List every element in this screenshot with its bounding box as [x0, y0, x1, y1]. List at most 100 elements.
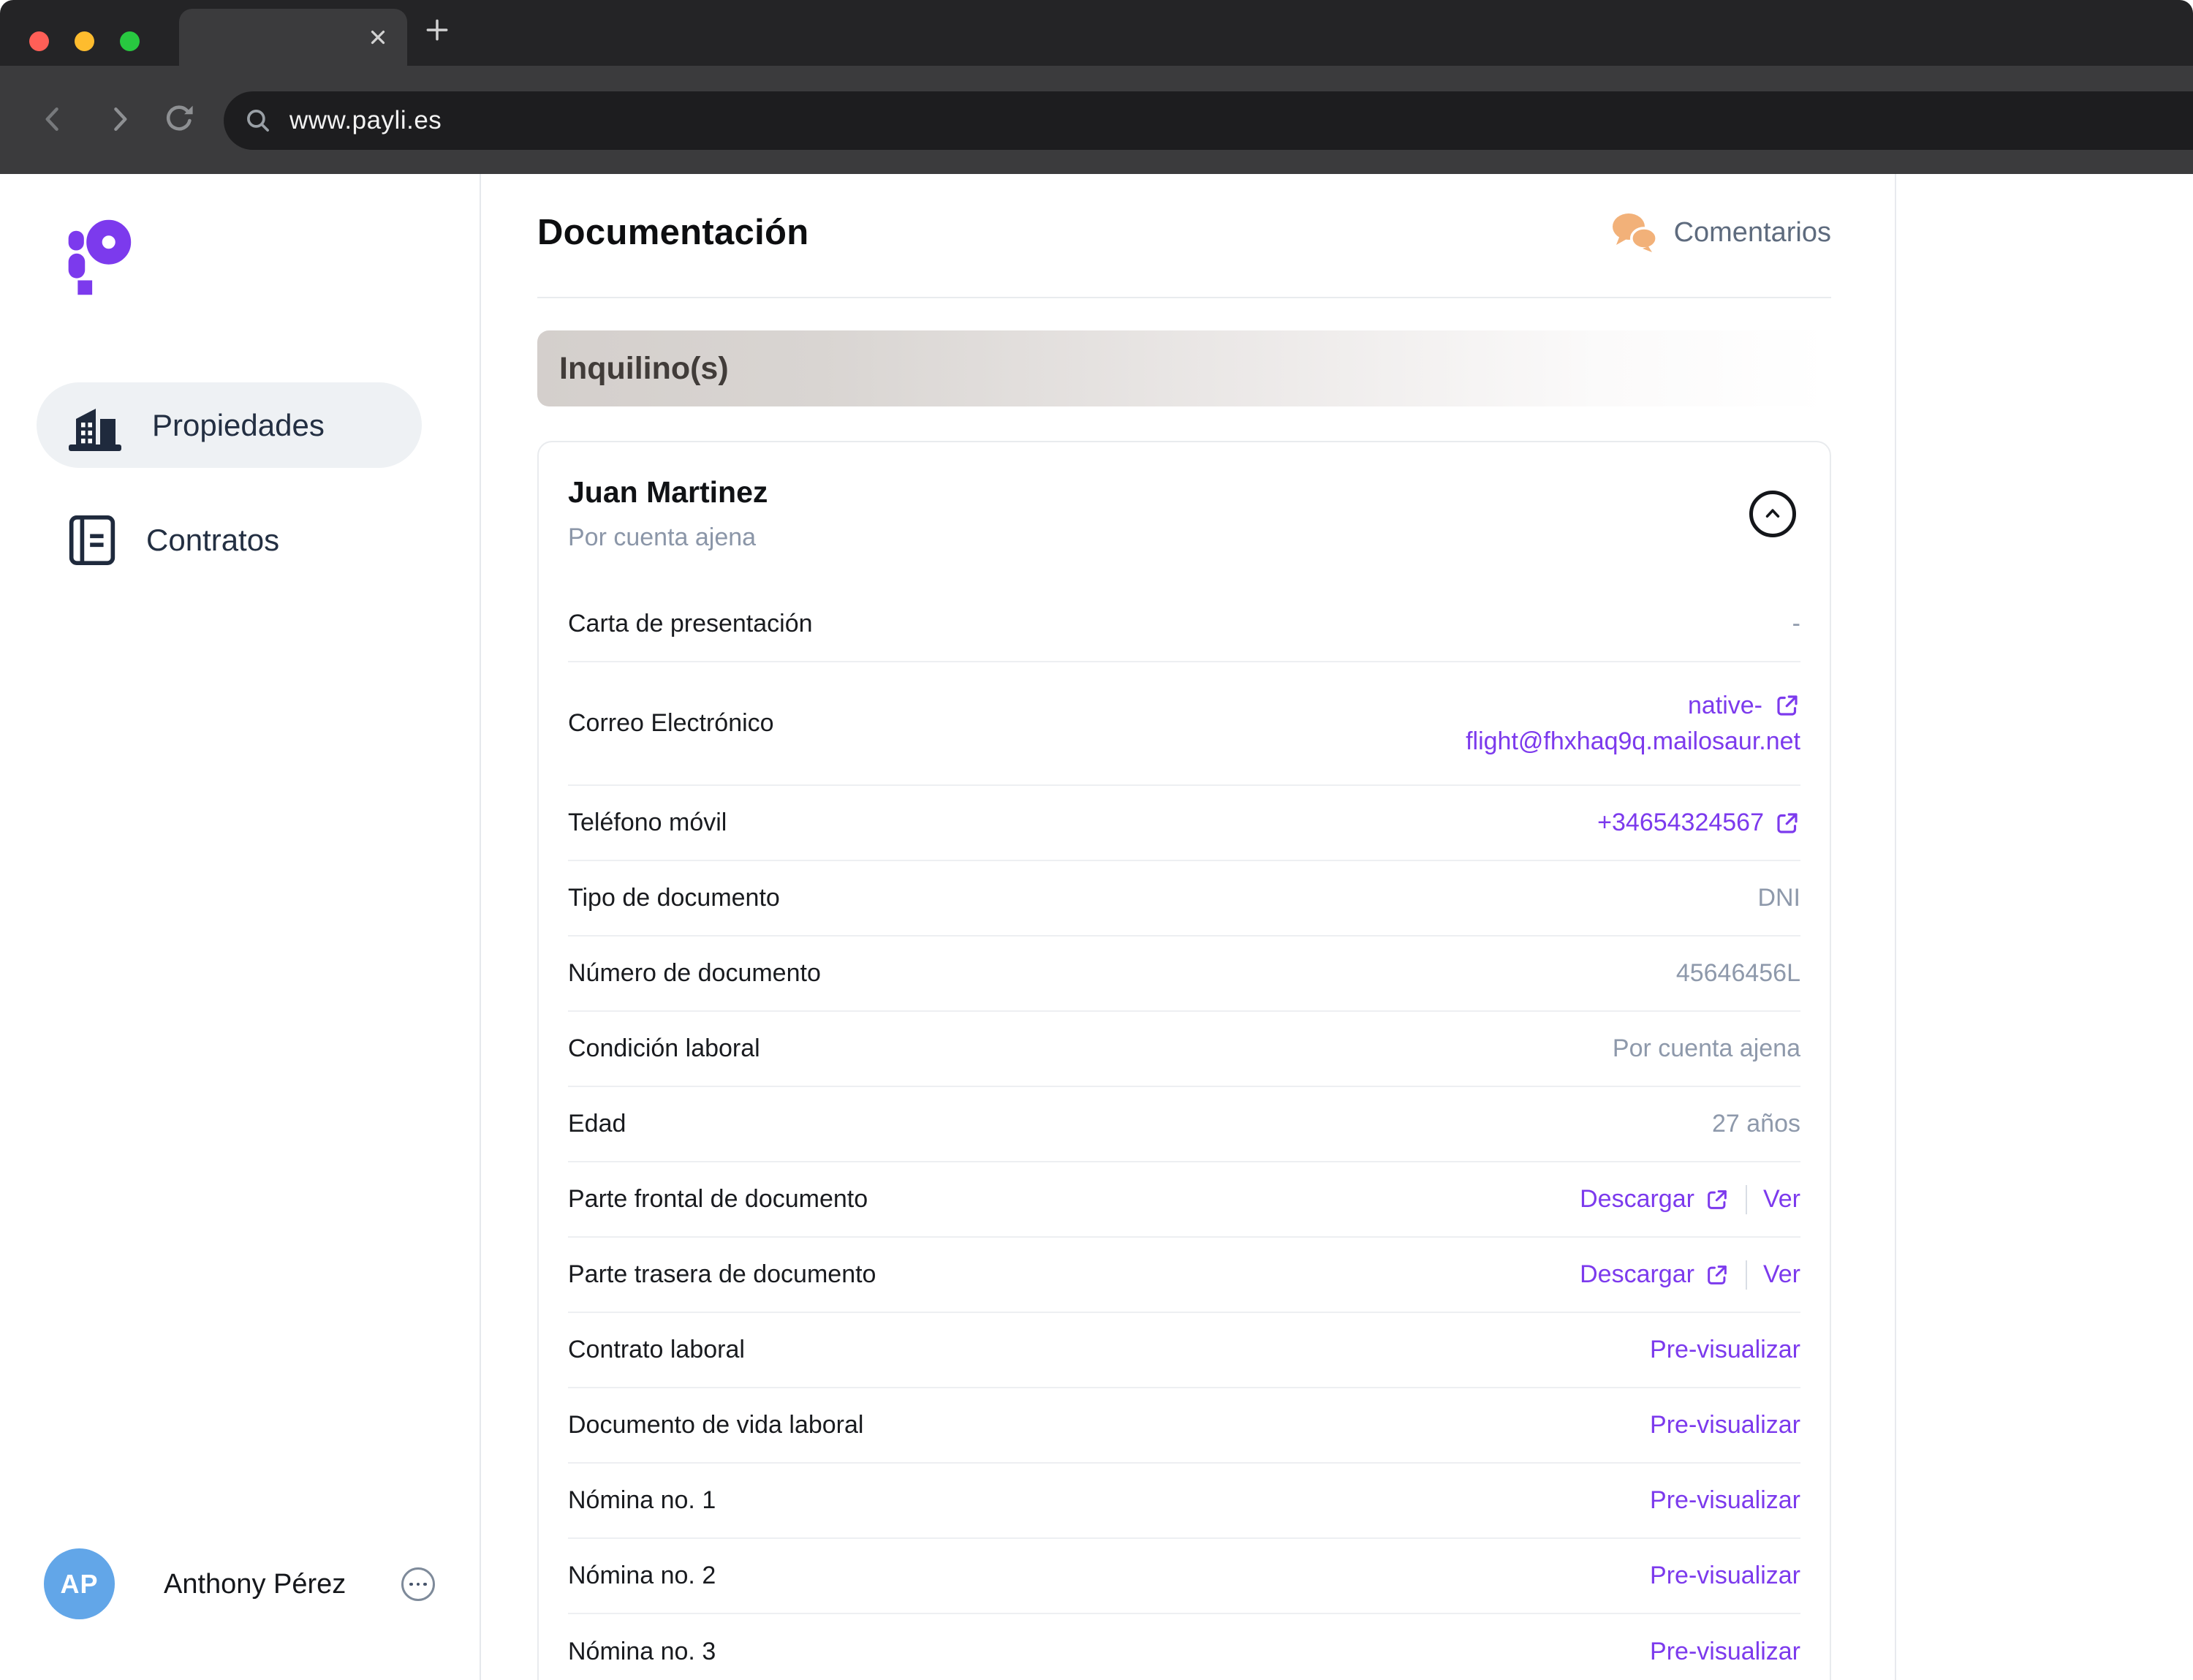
reload-icon [162, 102, 197, 137]
contract-icon [67, 513, 117, 567]
row-label: Teléfono móvil [568, 809, 727, 837]
tab-strip [0, 0, 2193, 66]
download-link[interactable]: Descargar [1580, 1260, 1730, 1289]
preview-link[interactable]: Pre-visualizar [1650, 1411, 1800, 1439]
new-tab-button[interactable] [420, 13, 454, 47]
row-label: Documento de vida laboral [568, 1411, 863, 1439]
table-row: Correo Electrónico native- flight@fhxhaq [568, 662, 1800, 786]
forward-button[interactable] [95, 95, 143, 143]
comments-label: Comentarios [1674, 217, 1831, 249]
page-header: Documentación Comentarios [537, 203, 1831, 262]
row-label: Nómina no. 1 [568, 1486, 716, 1515]
browser-tab[interactable] [179, 9, 407, 66]
view-link[interactable]: Ver [1763, 1260, 1800, 1289]
table-row: Número de documento 45646456L [568, 937, 1800, 1012]
row-label: Edad [568, 1110, 626, 1138]
back-button[interactable] [29, 95, 77, 143]
tenant-subtitle: Por cuenta ajena [568, 523, 1800, 552]
download-link[interactable]: Descargar [1580, 1185, 1730, 1214]
preview-link[interactable]: Pre-visualizar [1650, 1638, 1800, 1666]
ellipsis-icon [409, 1583, 413, 1586]
row-label: Nómina no. 3 [568, 1638, 716, 1666]
sidebar-item-label: Contratos [146, 523, 279, 558]
sidebar: Propiedades Contratos AP Anthony Pérez [0, 174, 481, 1680]
preview-link[interactable]: Pre-visualizar [1650, 1486, 1800, 1515]
tenants-banner-title: Inquilino(s) [559, 351, 729, 387]
table-row: Parte frontal de documento Descargar [568, 1162, 1800, 1238]
user-menu-button[interactable] [401, 1567, 435, 1601]
row-value: - [1792, 610, 1800, 638]
chevron-up-icon [1760, 502, 1785, 526]
email-line2: flight@fhxhaq9q.mailosaur.net [1466, 727, 1800, 756]
row-label: Tipo de documento [568, 884, 780, 912]
tenant-card-header: Juan Martinez Por cuenta ajena [568, 442, 1800, 587]
table-row: Condición laboral Por cuenta ajena [568, 1012, 1800, 1087]
buildings-icon [67, 399, 123, 452]
content-right-divider [1895, 174, 1896, 1680]
table-row: Documento de vida laboral Pre-visualizar [568, 1388, 1800, 1464]
tenant-name: Juan Martinez [568, 474, 1800, 510]
external-link-icon [1774, 810, 1800, 836]
url-text: www.payli.es [289, 106, 442, 135]
table-row: Teléfono móvil +34654324567 [568, 786, 1800, 861]
sidebar-item-contratos[interactable]: Contratos [37, 497, 422, 583]
search-icon [243, 105, 273, 136]
table-row: Tipo de documento DNI [568, 861, 1800, 937]
plus-icon [423, 16, 451, 44]
row-label: Condición laboral [568, 1034, 760, 1063]
table-row: Edad 27 años [568, 1087, 1800, 1162]
external-link-icon [1705, 1263, 1730, 1287]
row-label: Número de documento [568, 959, 821, 988]
url-bar[interactable]: www.payli.es [224, 91, 2193, 150]
tab-close-button[interactable] [363, 23, 393, 52]
row-label: Parte frontal de documento [568, 1185, 868, 1214]
table-row: Carta de presentación - [568, 587, 1800, 662]
sidebar-item-propiedades[interactable]: Propiedades [37, 382, 422, 468]
payli-logo-icon [64, 215, 135, 298]
user-name: Anthony Pérez [164, 1569, 346, 1600]
row-label: Nómina no. 2 [568, 1562, 716, 1590]
row-label: Correo Electrónico [568, 709, 774, 738]
link-separator [1746, 1260, 1747, 1290]
user-area: AP Anthony Pérez [0, 1548, 481, 1636]
tenant-card: Juan Martinez Por cuenta ajena Carta de … [537, 441, 1831, 1680]
link-separator [1746, 1185, 1747, 1214]
table-row: Nómina no. 2 Pre-visualizar [568, 1539, 1800, 1614]
close-icon [367, 26, 389, 48]
table-row: Parte trasera de documento Descargar [568, 1238, 1800, 1313]
external-link-icon [1774, 692, 1800, 719]
email-link[interactable]: native- flight@fhxhaq9q.mailosaur.net [1466, 692, 1800, 756]
row-value: 27 años [1712, 1110, 1800, 1138]
app-window: Propiedades Contratos AP Anthony Pérez [0, 174, 2193, 1680]
comments-button[interactable]: Comentarios [1610, 211, 1831, 254]
row-value: 45646456L [1676, 959, 1800, 988]
row-label: Carta de presentación [568, 610, 813, 638]
minimize-window-button[interactable] [75, 31, 94, 51]
header-divider [537, 297, 1831, 298]
reload-button[interactable] [155, 95, 203, 143]
table-row: Contrato laboral Pre-visualizar [568, 1313, 1800, 1388]
chat-bubbles-icon [1610, 211, 1658, 254]
email-line1: native- [1688, 692, 1762, 720]
close-window-button[interactable] [29, 31, 49, 51]
page-title: Documentación [537, 212, 808, 253]
collapse-card-button[interactable] [1749, 491, 1796, 537]
browser-toolbar: www.payli.es [0, 66, 2193, 174]
table-row: Nómina no. 1 Pre-visualizar [568, 1464, 1800, 1539]
table-row: Nómina no. 3 Pre-visualizar [568, 1614, 1800, 1680]
row-value: DNI [1757, 884, 1800, 912]
tenants-banner: Inquilino(s) [537, 330, 1831, 406]
avatar: AP [44, 1548, 115, 1619]
row-label: Contrato laboral [568, 1336, 745, 1364]
sidebar-item-label: Propiedades [152, 408, 325, 443]
row-label: Parte trasera de documento [568, 1260, 876, 1289]
browser-chrome: www.payli.es [0, 0, 2193, 174]
preview-link[interactable]: Pre-visualizar [1650, 1336, 1800, 1364]
fullscreen-window-button[interactable] [120, 31, 140, 51]
view-link[interactable]: Ver [1763, 1185, 1800, 1214]
preview-link[interactable]: Pre-visualizar [1650, 1562, 1800, 1590]
row-value: Por cuenta ajena [1613, 1034, 1800, 1063]
phone-link[interactable]: +34654324567 [1597, 809, 1800, 837]
external-link-icon [1705, 1187, 1730, 1212]
back-icon [37, 103, 69, 135]
